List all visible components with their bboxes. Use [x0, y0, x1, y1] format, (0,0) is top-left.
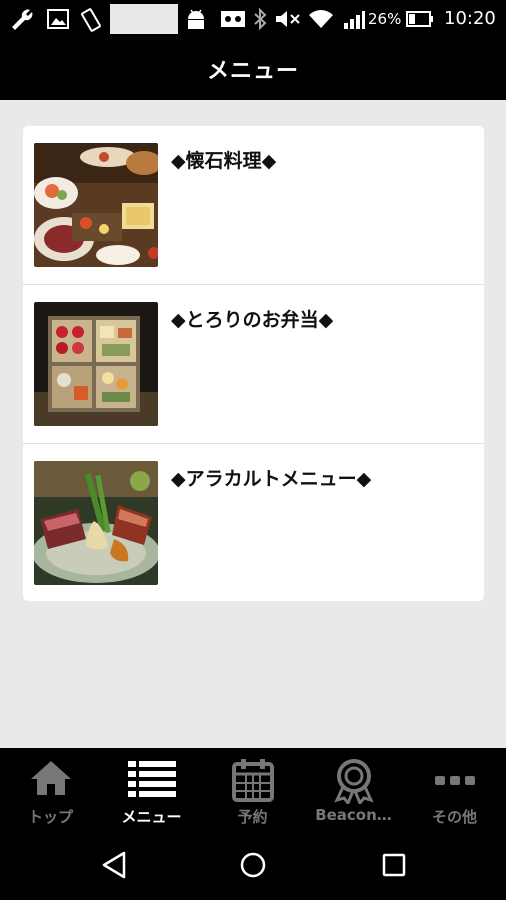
more-icon — [434, 776, 475, 785]
page-title: メニュー — [206, 59, 299, 84]
menu-list: ◆懐石料理◆ ◆とろりのお弁当◆ ◆アラカルトメニュー◆ — [23, 126, 484, 601]
wifi-icon — [309, 10, 333, 28]
tab-beacon[interactable]: Beacon… — [303, 748, 404, 832]
alacarte-photo — [34, 461, 158, 585]
menu-item-label: ◆懐石料理◆ — [171, 150, 277, 172]
mute-icon — [276, 11, 300, 27]
clock: 10:20 — [444, 8, 496, 29]
app-header: メニュー — [0, 38, 506, 100]
system-nav-bar — [0, 832, 506, 900]
tab-reservation[interactable]: 予約 — [202, 748, 303, 832]
main-content: ◆懐石料理◆ ◆とろりのお弁当◆ ◆アラカルトメニュー◆ — [0, 100, 506, 748]
menu-item-alacarte[interactable]: ◆アラカルトメニュー◆ — [23, 444, 484, 601]
rotate-icon — [81, 8, 101, 32]
bento-photo — [34, 302, 158, 426]
recents-icon[interactable] — [380, 850, 408, 880]
bottom-tab-bar: トップ メニュー 予約 Beacon… その他 — [0, 748, 506, 832]
tab-others[interactable]: その他 — [404, 748, 505, 832]
status-bar: 26% 10:20 — [0, 0, 506, 38]
tab-menu[interactable]: メニュー — [101, 748, 202, 832]
tab-label: メニュー — [121, 808, 182, 826]
signal-icon — [344, 11, 365, 29]
menu-item-label: ◆とろりのお弁当◆ — [171, 309, 334, 331]
menu-item-bento[interactable]: ◆とろりのお弁当◆ — [23, 285, 484, 443]
redacted-area — [110, 4, 178, 34]
wrench-icon — [12, 9, 33, 30]
tab-label: Beacon… — [315, 806, 392, 824]
calendar-icon — [231, 759, 274, 802]
list-icon — [127, 761, 176, 797]
award-icon — [333, 759, 374, 804]
battery-icon — [406, 11, 433, 27]
battery-percent: 26% — [368, 10, 402, 28]
voicemail-icon — [221, 11, 245, 27]
image-icon — [47, 9, 69, 29]
home-icon — [30, 761, 71, 795]
bluetooth-icon — [254, 7, 267, 31]
home-circle-icon[interactable] — [238, 850, 268, 880]
tab-label: その他 — [431, 808, 477, 826]
tab-top[interactable]: トップ — [0, 748, 101, 832]
menu-item-kaiseki[interactable]: ◆懐石料理◆ — [23, 126, 484, 284]
tab-label: トップ — [27, 808, 73, 826]
tab-label: 予約 — [237, 808, 268, 826]
menu-item-label: ◆アラカルトメニュー◆ — [171, 468, 372, 490]
kaiseki-photo — [34, 143, 158, 267]
back-icon[interactable] — [100, 850, 128, 880]
android-icon — [188, 9, 204, 29]
